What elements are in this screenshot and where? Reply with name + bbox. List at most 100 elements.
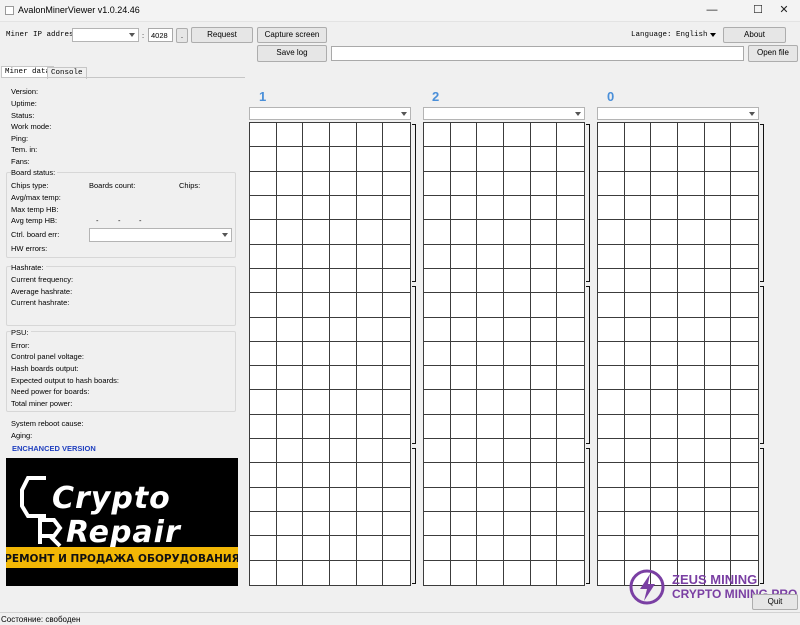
- chip-cell: [651, 220, 678, 245]
- chip-cell: [530, 414, 558, 440]
- close-button[interactable]: ✕: [769, 2, 799, 18]
- chip-cell: [731, 318, 758, 342]
- port-input[interactable]: 4028: [148, 28, 173, 42]
- chip-cell: [677, 390, 705, 415]
- chip-cell: [250, 293, 277, 318]
- chip-cell: [598, 293, 625, 318]
- chip-cell: [503, 195, 531, 221]
- request-button[interactable]: Request: [191, 27, 253, 43]
- avg-temp-hb-value-2: -: [118, 216, 121, 225]
- chip-cell: [276, 195, 304, 221]
- capture-screen-button[interactable]: Capture screen: [257, 27, 327, 43]
- chip-cell: [477, 536, 504, 561]
- chip-cell: [557, 196, 584, 221]
- dot-button[interactable]: .: [176, 28, 188, 43]
- max-temp-hb-label: Max temp HB:: [11, 205, 59, 214]
- chip-cell: [530, 317, 558, 342]
- chip-cell: [731, 488, 758, 513]
- chip-cell: [383, 415, 410, 440]
- avg-max-temp-label: Avg/max temp:: [11, 193, 61, 202]
- chip-cell: [383, 220, 410, 245]
- chip-cell: [356, 414, 384, 440]
- chip-cell: [704, 439, 732, 464]
- fans-label: Fans:: [11, 157, 30, 166]
- ctrl-board-err-select[interactable]: [89, 228, 232, 242]
- chip-cell: [276, 414, 304, 440]
- work-mode-label: Work mode:: [11, 122, 52, 131]
- chip-cell: [704, 123, 732, 148]
- board-1-select[interactable]: [249, 107, 411, 120]
- chip-cell: [503, 390, 531, 415]
- chip-cell: [504, 560, 531, 585]
- chip-cell: [530, 195, 558, 221]
- chip-cell: [250, 220, 277, 245]
- chip-cell: [303, 536, 330, 561]
- chip-cell: [276, 536, 304, 561]
- chip-cell: [704, 220, 732, 245]
- chip-cell: [598, 341, 625, 367]
- chip-cell: [731, 123, 758, 148]
- chip-cell: [704, 390, 732, 415]
- chip-cell: [329, 366, 357, 391]
- chip-cell: [276, 268, 304, 294]
- chip-cell: [250, 268, 277, 294]
- chip-cell: [731, 415, 758, 440]
- chevron-down-icon: [129, 33, 135, 37]
- chip-cell: [450, 220, 478, 245]
- board-0-select[interactable]: [597, 107, 759, 120]
- log-path-input[interactable]: [331, 46, 744, 61]
- board-2-select[interactable]: [423, 107, 585, 120]
- chip-cell: [651, 195, 678, 221]
- chip-cell: [329, 414, 357, 440]
- chip-cell: [557, 512, 584, 537]
- language-value: English: [676, 31, 708, 39]
- chevron-down-icon: [749, 111, 755, 116]
- chip-cell: [651, 317, 678, 342]
- chip-cell: [276, 463, 304, 488]
- chip-cell: [450, 414, 478, 440]
- chevron-down-icon: [222, 233, 228, 237]
- board-0-chip-grid: [597, 122, 759, 586]
- chip-cell: [329, 147, 357, 172]
- status-label: Status:: [11, 111, 35, 120]
- chip-cell: [503, 366, 531, 391]
- chip-cell: [677, 512, 705, 537]
- chip-cell: [303, 293, 330, 318]
- chip-cell: [383, 463, 410, 488]
- chip-cell: [503, 317, 531, 342]
- chip-cell: [303, 487, 330, 513]
- save-log-button[interactable]: Save log: [257, 45, 327, 62]
- open-file-button[interactable]: Open file: [748, 45, 798, 62]
- minimize-button[interactable]: —: [697, 2, 727, 18]
- chip-cell: [250, 439, 277, 464]
- chip-cell: [303, 463, 330, 488]
- chip-cell: [424, 463, 451, 488]
- port-value: 4028: [151, 31, 168, 40]
- chip-cell: [276, 341, 304, 367]
- chip-cell: [557, 342, 584, 367]
- chip-cell: [303, 560, 330, 585]
- language-select[interactable]: English: [672, 28, 720, 42]
- ip-address-combo[interactable]: [72, 28, 139, 42]
- chip-cell: [356, 512, 384, 537]
- chip-cell: [450, 268, 478, 294]
- quit-button[interactable]: Quit: [752, 594, 798, 610]
- chip-cell: [677, 536, 705, 561]
- psu-error-label: Error:: [11, 341, 30, 350]
- chip-cell: [424, 268, 451, 294]
- chip-cell: [250, 414, 277, 440]
- chip-cell: [276, 317, 304, 342]
- about-button[interactable]: About: [723, 27, 786, 43]
- chip-cell: [503, 536, 531, 561]
- chip-cell: [704, 244, 732, 269]
- chip-cell: [276, 244, 304, 269]
- chip-cell: [503, 171, 531, 196]
- chip-cell: [704, 366, 732, 391]
- chip-cell: [704, 536, 732, 561]
- chip-cell: [530, 268, 558, 294]
- chip-cell: [598, 317, 625, 342]
- chip-cell: [250, 512, 277, 537]
- chip-cell: [250, 147, 277, 172]
- chip-cell: [704, 317, 732, 342]
- chip-cell: [383, 342, 410, 367]
